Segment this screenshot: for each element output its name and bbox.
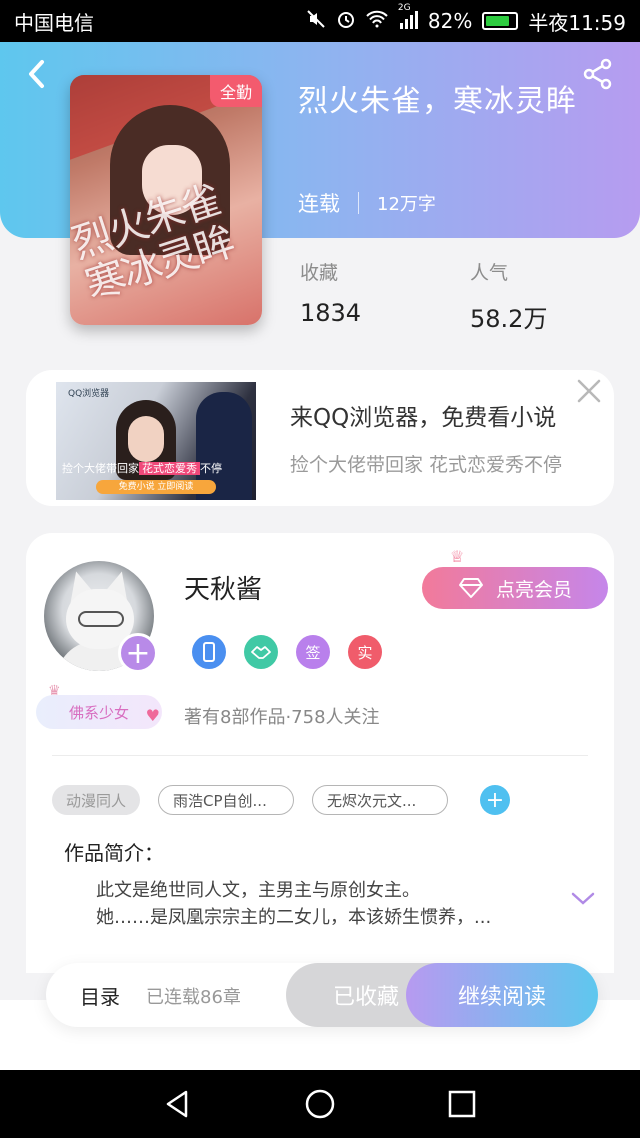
signed-badge-icon[interactable]: 签 [296, 635, 330, 669]
diamond-icon [458, 578, 483, 598]
avatar-art-glasses [78, 611, 124, 627]
divider [52, 755, 588, 756]
plus-icon: + [485, 787, 505, 813]
ad-image-logo: QQ浏览器 [68, 389, 110, 399]
tag-chip[interactable]: 动漫同人 [52, 785, 141, 815]
full-attendance-badge: 全勤 [210, 75, 262, 107]
tag-chip[interactable]: 无烬次元文... [312, 785, 449, 815]
stat-favorites: 收藏 1834 [300, 258, 361, 327]
back-arrow-icon [29, 60, 44, 88]
nav-home-button[interactable] [304, 1088, 336, 1120]
crown-icon: ♕ [450, 547, 465, 566]
vip-button[interactable]: ♕ 点亮会员 [422, 547, 608, 609]
ad-image-face [128, 416, 164, 462]
intro-line: 此文是绝世同人文，主男主与原创女主。 [96, 880, 420, 901]
chevron-down-icon [571, 892, 595, 905]
intro-text[interactable]: 此文是绝世同人文，主男主与原创女主。 她……是凤凰宗宗主的二女儿，本该娇生惯养，… [96, 877, 556, 931]
status-bar: 中国电信 2G 82% 半夜11:59 [0, 0, 640, 42]
tag-chip[interactable]: 雨浩CP自创... [158, 785, 295, 815]
author-stats: 著有8部作品·758人关注 [184, 707, 380, 728]
back-button[interactable] [20, 56, 56, 92]
intro-line: 她……是凤凰宗宗主的二女儿，本该娇生惯养，... [96, 907, 492, 928]
wifi-icon [366, 10, 388, 33]
system-nav-bar [0, 1070, 640, 1138]
ad-image-banner: 捡个大佬带回家 花式恋爱秀 不停 [62, 460, 222, 476]
nav-recent-button[interactable] [448, 1090, 476, 1118]
book-meta: 连载 12万字 [298, 188, 436, 218]
continue-reading-button[interactable]: 继续阅读 [406, 963, 598, 1027]
ad-banner-prefix: 捡个大佬带回家 [62, 462, 139, 475]
author-title-badge: ♛ 佛系少女 ♥ [36, 683, 162, 729]
plus-icon: + [125, 635, 151, 671]
expand-intro-button[interactable] [570, 891, 596, 907]
signal-icon: 2G [398, 3, 418, 32]
stat-value: 58.2万 [470, 305, 548, 333]
ad-image-cta: 免费小说 立即阅读 [96, 480, 216, 494]
add-tag-button[interactable]: + [480, 785, 511, 815]
book-title: 烈火朱雀，寒冰灵眸 [298, 84, 577, 119]
word-count: 12万字 [377, 194, 436, 215]
vip-button-label: 点亮会员 [495, 578, 572, 601]
book-cover[interactable]: 烈火朱雀寒冰灵眸 全勤 [70, 75, 262, 325]
meta-divider [358, 192, 359, 214]
crown-icon: ♛ [48, 683, 61, 699]
stat-label: 收藏 [300, 262, 339, 284]
close-icon [577, 379, 601, 403]
author-name[interactable]: 天秋酱 [184, 569, 262, 606]
ad-subtitle: 捡个大佬带回家 花式恋爱秀不停 [290, 454, 563, 476]
ad-image[interactable]: QQ浏览器 捡个大佬带回家 花式恋爱秀 不停 免费小说 立即阅读 [56, 382, 256, 500]
square-recent-icon [448, 1090, 476, 1118]
verified-badge-icon[interactable]: 实 [348, 635, 382, 669]
stat-label: 人气 [470, 262, 509, 284]
toc-button[interactable]: 目录 [80, 981, 120, 1010]
stat-value: 1834 [300, 299, 362, 327]
intro-heading: 作品简介： [64, 841, 164, 865]
carrier-name: 中国电信 [14, 10, 94, 35]
ad-card[interactable]: QQ浏览器 捡个大佬带回家 花式恋爱秀 不停 免费小说 立即阅读 来QQ浏览器，免费… [26, 370, 614, 506]
triangle-back-icon [166, 1090, 188, 1118]
action-bar: 目录 已连载86章 已收藏 继续阅读 [46, 963, 598, 1027]
author-title-text: 佛系少女 [68, 703, 129, 722]
author-badges: 签 实 [192, 635, 382, 669]
circle-home-icon [305, 1089, 335, 1119]
book-detail-card: + ♛ 佛系少女 ♥ 天秋酱 ♕ 点亮会员 签 实 著有8部作品·758人关注 … [26, 533, 614, 973]
heart-icon: ♥ [145, 706, 160, 725]
ad-banner-suffix: 不停 [200, 462, 222, 475]
clock: 半夜11:59 [528, 10, 626, 35]
ad-title: 来QQ浏览器，免费看小说 [290, 405, 557, 431]
mute-icon [306, 9, 326, 34]
serial-status: 连载 [298, 192, 340, 216]
follow-author-button[interactable]: + [118, 633, 158, 673]
ad-close-button[interactable] [574, 376, 604, 406]
battery-percent: 82% [427, 9, 473, 33]
ad-banner-highlight: 花式恋爱秀 [139, 462, 200, 475]
handshake-badge-icon[interactable] [244, 635, 278, 669]
phone-badge-icon[interactable] [192, 635, 226, 669]
nav-back-button[interactable] [162, 1088, 194, 1120]
network-type: 2G [397, 2, 411, 13]
stat-popularity: 人气 58.2万 [470, 258, 547, 334]
alarm-icon [336, 9, 356, 34]
battery-level [486, 16, 510, 26]
battery-icon [482, 12, 519, 30]
chapter-count: 已连载86章 [146, 987, 241, 1008]
book-tags: 动漫同人 雨浩CP自创... 无烬次元文... + [52, 785, 511, 815]
